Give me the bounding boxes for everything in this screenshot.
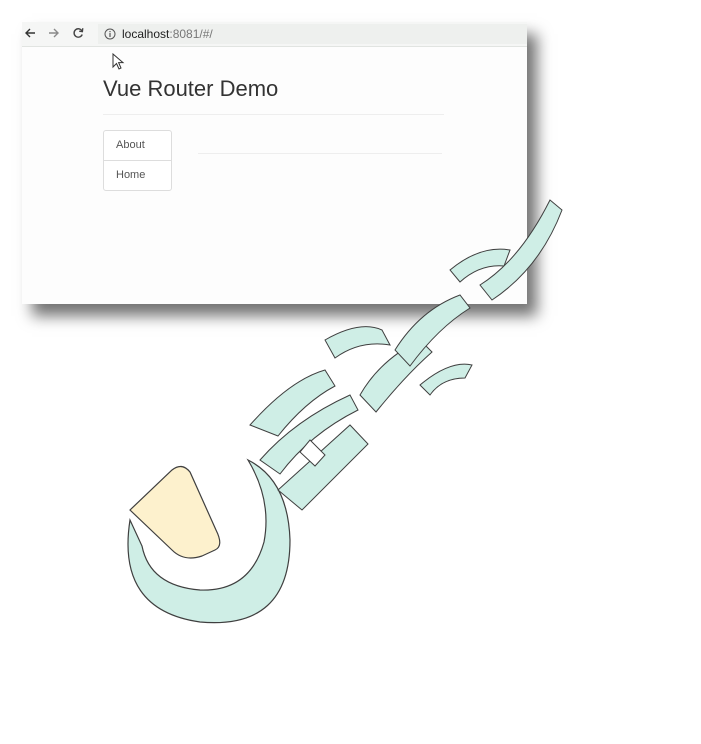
nav-link-about[interactable]: About	[104, 131, 171, 160]
router-nav: About Home	[103, 130, 172, 191]
browser-toolbar: localhost:8081/#/	[22, 22, 527, 47]
url-host: localhost	[122, 27, 170, 41]
reload-icon	[73, 28, 84, 38]
nav-link-home[interactable]: Home	[104, 160, 171, 190]
logo-u-teal	[127, 458, 291, 624]
router-view-divider	[198, 153, 442, 154]
url-text[interactable]: localhost:8081/#/	[122, 27, 213, 41]
forward-button[interactable]	[46, 25, 62, 43]
info-icon[interactable]	[104, 28, 116, 40]
reload-button[interactable]	[70, 25, 86, 43]
arrow-left-icon	[25, 28, 35, 38]
url-path: :8081/#/	[169, 27, 213, 41]
address-bar[interactable]: localhost:8081/#/	[98, 24, 527, 44]
logo-u-yellow	[129, 465, 221, 559]
title-divider	[103, 114, 444, 115]
arrow-right-icon	[49, 28, 59, 38]
mouse-cursor-icon	[112, 53, 125, 70]
browser-window: localhost:8081/#/ Vue Router Demo About …	[22, 22, 527, 304]
page-title: Vue Router Demo	[103, 76, 279, 101]
back-button[interactable]	[22, 25, 38, 43]
